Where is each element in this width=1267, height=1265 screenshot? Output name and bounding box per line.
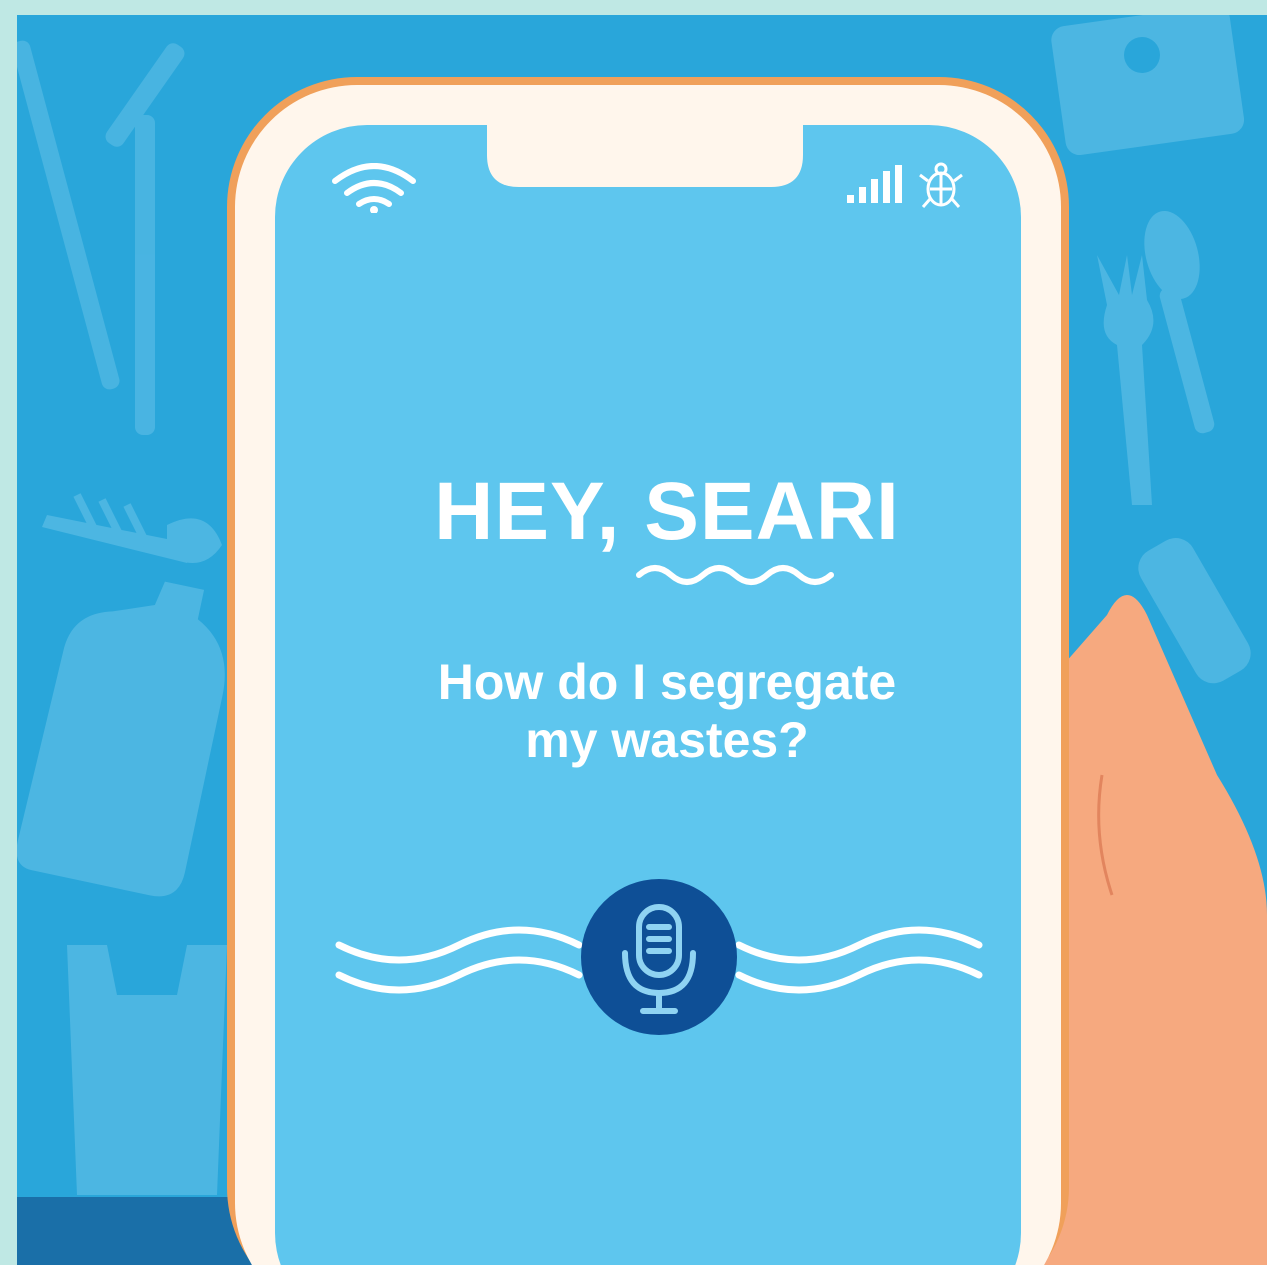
microphone-icon [581, 879, 737, 1035]
assistant-name: SEARI [644, 466, 900, 557]
question-line-2: my wastes? [525, 712, 809, 768]
turtle-icon [919, 162, 963, 208]
question-text: How do I segregate my wastes? [347, 653, 987, 769]
phone-illustration [227, 77, 1267, 1265]
hand [1037, 595, 1267, 1265]
headline-prefix: HEY, [434, 466, 645, 557]
wifi-icon [332, 163, 416, 213]
illustration-scene: HEY, SEARI How do I segregate my wastes? [17, 15, 1267, 1265]
signal-bars-icon [847, 165, 902, 203]
phone-notch [487, 119, 803, 187]
headline: HEY, SEARI [337, 465, 997, 559]
question-line-1: How do I segregate [437, 654, 897, 710]
outer-frame: HEY, SEARI How do I segregate my wastes? [0, 0, 1267, 1265]
microphone-button[interactable] [579, 877, 739, 1037]
